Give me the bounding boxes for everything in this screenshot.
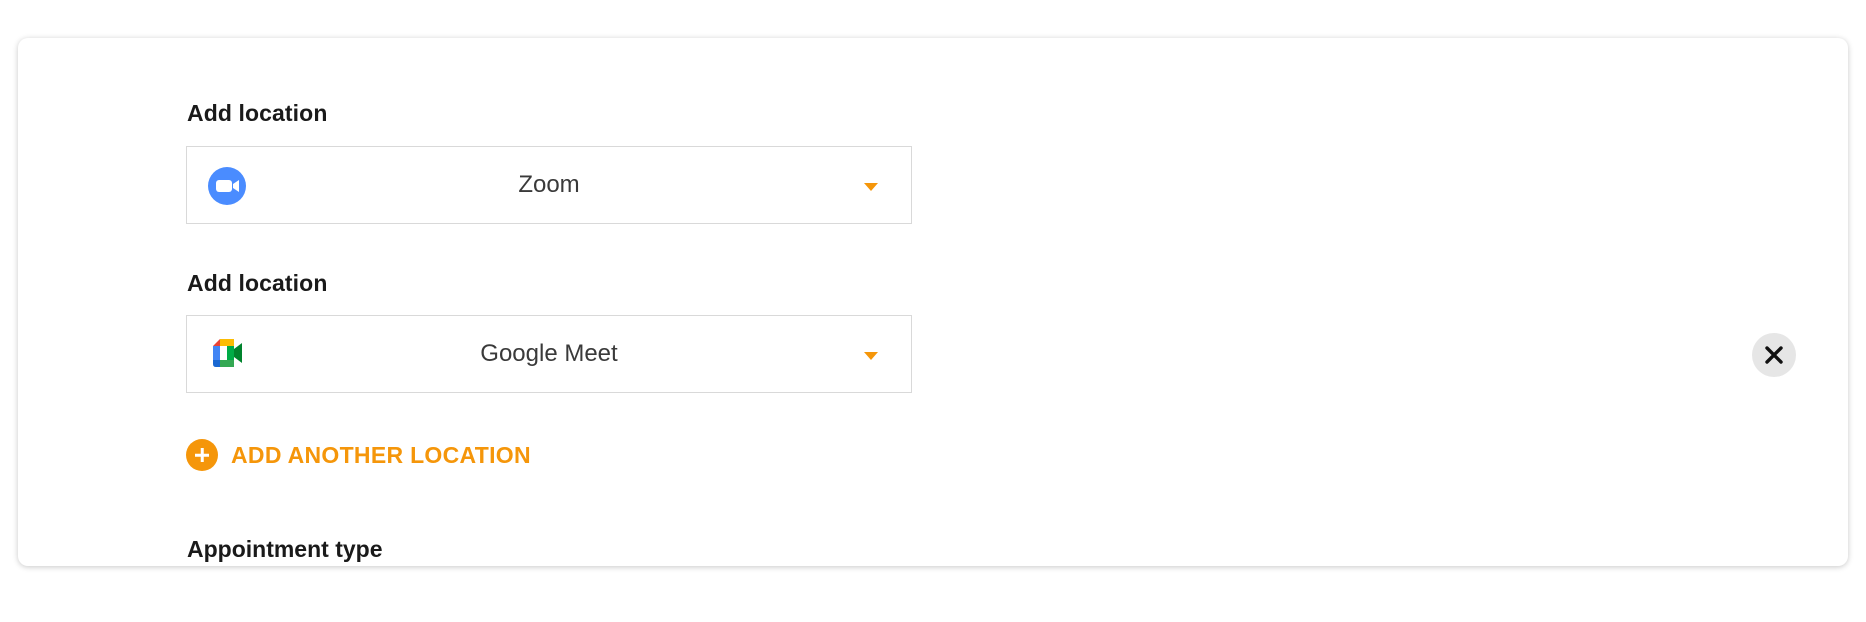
location-label-2: Add location xyxy=(187,270,328,296)
location-select-zoom[interactable]: Zoom xyxy=(186,146,912,224)
add-another-location-label: ADD ANOTHER LOCATION xyxy=(231,441,531,468)
close-icon xyxy=(1765,346,1783,364)
location-select-google-meet[interactable]: Google Meet xyxy=(186,315,912,393)
appointment-type-label: Appointment type xyxy=(187,536,383,562)
location-settings-card: Add location Zoom Add location Google Me… xyxy=(18,38,1848,566)
add-another-location-button[interactable]: ADD ANOTHER LOCATION xyxy=(186,439,531,471)
remove-location-button[interactable] xyxy=(1752,333,1796,377)
location-select-value: Zoom xyxy=(518,171,580,198)
location-select-value: Google Meet xyxy=(480,340,618,367)
chevron-down-icon xyxy=(864,352,878,360)
plus-circle-icon xyxy=(186,439,218,471)
chevron-down-icon xyxy=(864,183,878,191)
location-label-1: Add location xyxy=(187,100,328,126)
